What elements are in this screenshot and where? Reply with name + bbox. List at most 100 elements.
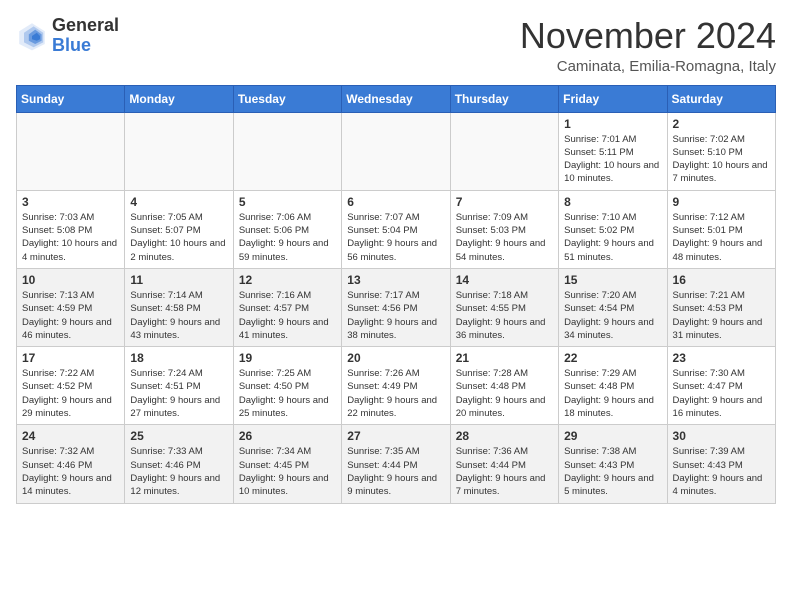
calendar-day: 14 Sunrise: 7:18 AM Sunset: 4:55 PM Dayli… — [450, 268, 558, 346]
calendar-day: 20 Sunrise: 7:26 AM Sunset: 4:49 PM Dayli… — [342, 347, 450, 425]
day-info: Sunrise: 7:03 AM Sunset: 5:08 PM Dayligh… — [22, 211, 119, 264]
day-info: Sunrise: 7:06 AM Sunset: 5:06 PM Dayligh… — [239, 211, 336, 264]
calendar-week-row: 10 Sunrise: 7:13 AM Sunset: 4:59 PM Dayli… — [17, 268, 776, 346]
day-number: 25 — [130, 429, 227, 443]
day-number: 24 — [22, 429, 119, 443]
day-number: 17 — [22, 351, 119, 365]
calendar-day: 12 Sunrise: 7:16 AM Sunset: 4:57 PM Dayli… — [233, 268, 341, 346]
day-info: Sunrise: 7:14 AM Sunset: 4:58 PM Dayligh… — [130, 289, 227, 342]
day-number: 7 — [456, 195, 553, 209]
calendar-header-wednesday: Wednesday — [342, 85, 450, 112]
day-info: Sunrise: 7:29 AM Sunset: 4:48 PM Dayligh… — [564, 367, 661, 420]
calendar-header-friday: Friday — [559, 85, 667, 112]
calendar-header-row: SundayMondayTuesdayWednesdayThursdayFrid… — [17, 85, 776, 112]
day-info: Sunrise: 7:13 AM Sunset: 4:59 PM Dayligh… — [22, 289, 119, 342]
calendar-day: 1Sunrise: 7:01 AM Sunset: 5:11 PM Daylig… — [559, 112, 667, 190]
calendar-header-monday: Monday — [125, 85, 233, 112]
day-info: Sunrise: 7:38 AM Sunset: 4:43 PM Dayligh… — [564, 445, 661, 498]
day-number: 30 — [673, 429, 770, 443]
logo-text: General Blue — [52, 16, 119, 56]
day-info: Sunrise: 7:35 AM Sunset: 4:44 PM Dayligh… — [347, 445, 444, 498]
day-number: 28 — [456, 429, 553, 443]
day-number: 26 — [239, 429, 336, 443]
calendar-header-sunday: Sunday — [17, 85, 125, 112]
calendar-day: 16Sunrise: 7:21 AM Sunset: 4:53 PM Dayli… — [667, 268, 775, 346]
day-info: Sunrise: 7:10 AM Sunset: 5:02 PM Dayligh… — [564, 211, 661, 264]
calendar-week-row: 17 Sunrise: 7:22 AM Sunset: 4:52 PM Dayli… — [17, 347, 776, 425]
calendar-day: 2 Sunrise: 7:02 AM Sunset: 5:10 PM Daylig… — [667, 112, 775, 190]
calendar-day: 3 Sunrise: 7:03 AM Sunset: 5:08 PM Daylig… — [17, 190, 125, 268]
day-number: 5 — [239, 195, 336, 209]
calendar-header-saturday: Saturday — [667, 85, 775, 112]
calendar-day: 8 Sunrise: 7:10 AM Sunset: 5:02 PM Daylig… — [559, 190, 667, 268]
day-number: 22 — [564, 351, 661, 365]
calendar-day: 4 Sunrise: 7:05 AM Sunset: 5:07 PM Daylig… — [125, 190, 233, 268]
day-number: 19 — [239, 351, 336, 365]
calendar-day: 9Sunrise: 7:12 AM Sunset: 5:01 PM Daylig… — [667, 190, 775, 268]
calendar-day: 7 Sunrise: 7:09 AM Sunset: 5:03 PM Daylig… — [450, 190, 558, 268]
calendar-day — [342, 112, 450, 190]
day-number: 4 — [130, 195, 227, 209]
logo-blue-text: Blue — [52, 36, 119, 56]
day-info: Sunrise: 7:02 AM Sunset: 5:10 PM Dayligh… — [673, 133, 770, 186]
day-info: Sunrise: 7:09 AM Sunset: 5:03 PM Dayligh… — [456, 211, 553, 264]
day-info: Sunrise: 7:34 AM Sunset: 4:45 PM Dayligh… — [239, 445, 336, 498]
calendar-day: 15Sunrise: 7:20 AM Sunset: 4:54 PM Dayli… — [559, 268, 667, 346]
calendar-day: 13Sunrise: 7:17 AM Sunset: 4:56 PM Dayli… — [342, 268, 450, 346]
title-area: November 2024 Caminata, Emilia-Romagna, … — [520, 16, 776, 75]
calendar-day — [450, 112, 558, 190]
day-info: Sunrise: 7:18 AM Sunset: 4:55 PM Dayligh… — [456, 289, 553, 342]
calendar-header-thursday: Thursday — [450, 85, 558, 112]
logo-icon — [16, 20, 48, 52]
day-info: Sunrise: 7:16 AM Sunset: 4:57 PM Dayligh… — [239, 289, 336, 342]
logo: General Blue — [16, 16, 119, 56]
calendar-day: 26 Sunrise: 7:34 AM Sunset: 4:45 PM Dayli… — [233, 425, 341, 503]
day-info: Sunrise: 7:32 AM Sunset: 4:46 PM Dayligh… — [22, 445, 119, 498]
calendar-day: 28 Sunrise: 7:36 AM Sunset: 4:44 PM Dayli… — [450, 425, 558, 503]
day-info: Sunrise: 7:21 AM Sunset: 4:53 PM Dayligh… — [673, 289, 770, 342]
day-number: 14 — [456, 273, 553, 287]
day-info: Sunrise: 7:28 AM Sunset: 4:48 PM Dayligh… — [456, 367, 553, 420]
calendar-day: 5 Sunrise: 7:06 AM Sunset: 5:06 PM Daylig… — [233, 190, 341, 268]
day-number: 11 — [130, 273, 227, 287]
calendar: SundayMondayTuesdayWednesdayThursdayFrid… — [16, 85, 776, 504]
day-info: Sunrise: 7:05 AM Sunset: 5:07 PM Dayligh… — [130, 211, 227, 264]
day-info: Sunrise: 7:25 AM Sunset: 4:50 PM Dayligh… — [239, 367, 336, 420]
calendar-header-tuesday: Tuesday — [233, 85, 341, 112]
calendar-day: 23 Sunrise: 7:30 AM Sunset: 4:47 PM Dayli… — [667, 347, 775, 425]
calendar-day: 19 Sunrise: 7:25 AM Sunset: 4:50 PM Dayli… — [233, 347, 341, 425]
day-number: 13 — [347, 273, 444, 287]
calendar-day: 11 Sunrise: 7:14 AM Sunset: 4:58 PM Dayli… — [125, 268, 233, 346]
day-number: 3 — [22, 195, 119, 209]
day-number: 2 — [673, 117, 770, 131]
calendar-day — [17, 112, 125, 190]
day-info: Sunrise: 7:07 AM Sunset: 5:04 PM Dayligh… — [347, 211, 444, 264]
calendar-day: 22 Sunrise: 7:29 AM Sunset: 4:48 PM Dayli… — [559, 347, 667, 425]
day-number: 18 — [130, 351, 227, 365]
calendar-day: 30Sunrise: 7:39 AM Sunset: 4:43 PM Dayli… — [667, 425, 775, 503]
day-info: Sunrise: 7:36 AM Sunset: 4:44 PM Dayligh… — [456, 445, 553, 498]
day-number: 8 — [564, 195, 661, 209]
calendar-week-row: 1Sunrise: 7:01 AM Sunset: 5:11 PM Daylig… — [17, 112, 776, 190]
day-number: 20 — [347, 351, 444, 365]
day-number: 12 — [239, 273, 336, 287]
day-info: Sunrise: 7:33 AM Sunset: 4:46 PM Dayligh… — [130, 445, 227, 498]
calendar-day: 27 Sunrise: 7:35 AM Sunset: 4:44 PM Dayli… — [342, 425, 450, 503]
calendar-day: 10 Sunrise: 7:13 AM Sunset: 4:59 PM Dayli… — [17, 268, 125, 346]
day-info: Sunrise: 7:24 AM Sunset: 4:51 PM Dayligh… — [130, 367, 227, 420]
day-number: 23 — [673, 351, 770, 365]
day-info: Sunrise: 7:26 AM Sunset: 4:49 PM Dayligh… — [347, 367, 444, 420]
day-info: Sunrise: 7:12 AM Sunset: 5:01 PM Dayligh… — [673, 211, 770, 264]
location-title: Caminata, Emilia-Romagna, Italy — [520, 58, 776, 75]
calendar-day: 18 Sunrise: 7:24 AM Sunset: 4:51 PM Dayli… — [125, 347, 233, 425]
day-info: Sunrise: 7:20 AM Sunset: 4:54 PM Dayligh… — [564, 289, 661, 342]
day-number: 1 — [564, 117, 661, 131]
day-number: 6 — [347, 195, 444, 209]
day-number: 27 — [347, 429, 444, 443]
calendar-day: 24 Sunrise: 7:32 AM Sunset: 4:46 PM Dayli… — [17, 425, 125, 503]
day-number: 10 — [22, 273, 119, 287]
day-info: Sunrise: 7:22 AM Sunset: 4:52 PM Dayligh… — [22, 367, 119, 420]
day-info: Sunrise: 7:30 AM Sunset: 4:47 PM Dayligh… — [673, 367, 770, 420]
calendar-week-row: 24 Sunrise: 7:32 AM Sunset: 4:46 PM Dayli… — [17, 425, 776, 503]
day-number: 29 — [564, 429, 661, 443]
